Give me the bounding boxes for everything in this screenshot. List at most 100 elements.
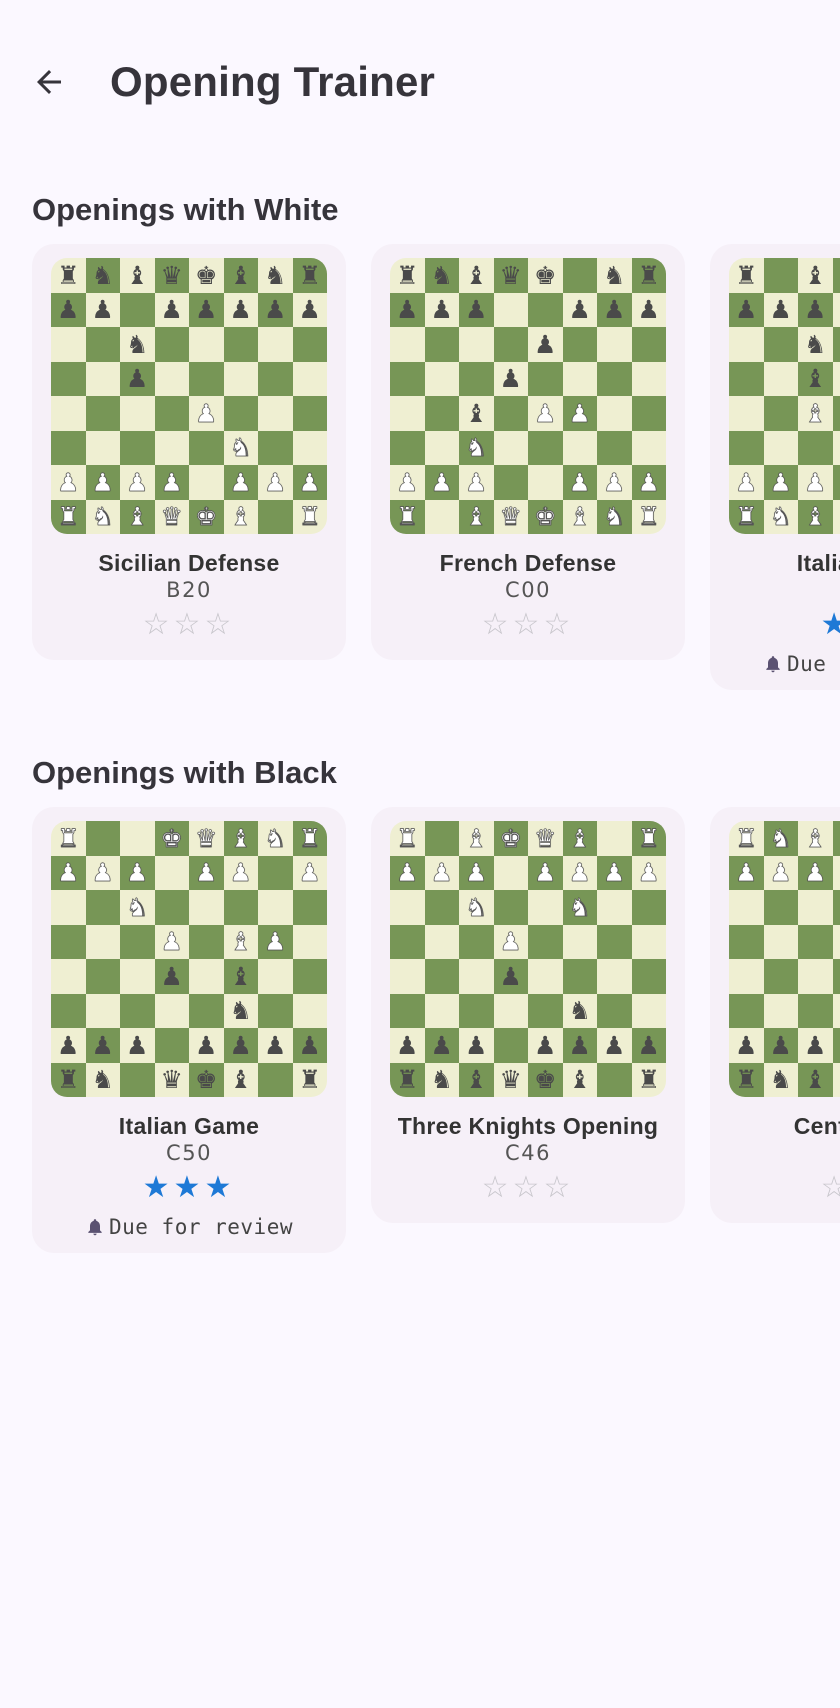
section-title-white: Openings with White — [32, 192, 339, 227]
black-pawn-icon: ♟ — [637, 295, 660, 325]
white-king-icon: ♚ — [499, 823, 522, 853]
board-square — [424, 396, 459, 431]
black-queen-icon: ♛ — [499, 260, 522, 290]
board-square — [120, 924, 155, 959]
board-square: ♟ — [223, 292, 258, 327]
white-king-icon: ♚ — [160, 823, 183, 853]
board-square: ♜ — [631, 499, 666, 534]
board-square: ♟ — [85, 855, 120, 890]
black-pawn-icon: ♟ — [396, 295, 419, 325]
opening-name: Three Knights Opening — [397, 1113, 659, 1139]
board-square: ♝ — [798, 1062, 833, 1097]
star-outline-icon: ☆ — [512, 607, 544, 642]
board-square: ♟ — [597, 292, 632, 327]
opening-card[interactable]: ♜ ♞ ♝ ♟ ♟ ♟ ♟ ♟ ♟ ♜ ♞ ♝ Center Game ☆☆☆ — [710, 807, 840, 1223]
board-square: ♚ — [189, 1062, 224, 1097]
star-filled-icon: ★ — [142, 1170, 174, 1205]
star-rating: ☆☆☆ — [371, 608, 685, 642]
board-square: ♟ — [528, 1028, 563, 1063]
board-square: ♜ — [390, 258, 425, 293]
black-bishop-icon: ♝ — [465, 398, 488, 428]
black-bishop-icon: ♝ — [229, 961, 252, 991]
board-square: ♛ — [832, 258, 840, 293]
board-square — [729, 361, 764, 396]
board-square — [390, 993, 425, 1028]
board-square — [493, 430, 528, 465]
board-square: ♜ — [292, 1062, 327, 1097]
board-square — [258, 361, 293, 396]
board-square — [597, 430, 632, 465]
black-knight-icon: ♞ — [91, 260, 114, 290]
board-square: ♟ — [390, 1028, 425, 1063]
board-square — [51, 430, 86, 465]
openings-row-white[interactable]: ♜ ♞ ♝ ♛ ♚ ♝ ♞ ♜ ♟ ♟ ♟ ♟ ♟ ♟ ♟ ♞ ♟ ♟ ♞ ♟ ♟ ♟ ♟ ♟ ♟ ♟ ♜ ♞ ♝ ♛ ♚ ♝ ♜ Sicilia… — [0, 244, 840, 704]
board-square: ♞ — [562, 993, 597, 1028]
board-square: ♚ — [493, 821, 528, 856]
white-bishop-icon: ♝ — [229, 823, 252, 853]
black-pawn-icon: ♟ — [499, 364, 522, 394]
board-square — [424, 959, 459, 994]
black-queen-icon: ♛ — [160, 260, 183, 290]
board-square: ♛ — [154, 258, 189, 293]
board-square: ♟ — [424, 292, 459, 327]
black-knight-icon: ♞ — [769, 1065, 792, 1095]
board-square — [562, 327, 597, 362]
board-square: ♟ — [258, 924, 293, 959]
board-square: ♟ — [120, 361, 155, 396]
eco-code: C46 — [505, 1141, 551, 1165]
board-square: ♟ — [459, 855, 494, 890]
board-square — [390, 361, 425, 396]
back-button[interactable] — [22, 55, 76, 109]
board-square — [189, 993, 224, 1028]
board-square — [832, 821, 840, 856]
white-pawn-icon: ♟ — [126, 467, 149, 497]
black-knight-icon: ♞ — [804, 329, 827, 359]
white-pawn-icon: ♟ — [430, 858, 453, 888]
app-bar: Opening Trainer — [0, 36, 840, 126]
board-square — [832, 1028, 840, 1063]
board-square: ♞ — [85, 499, 120, 534]
board-square — [390, 959, 425, 994]
board-square — [798, 993, 833, 1028]
board-square: ♟ — [798, 292, 833, 327]
board-square — [597, 821, 632, 856]
board-square — [51, 993, 86, 1028]
white-pawn-icon: ♟ — [91, 858, 114, 888]
white-bishop-icon: ♝ — [126, 502, 149, 532]
board-square: ♟ — [292, 855, 327, 890]
black-bishop-icon: ♝ — [126, 260, 149, 290]
opening-card[interactable]: ♜ ♞ ♝ ♛ ♚ ♝ ♞ ♜ ♟ ♟ ♟ ♟ ♟ ♟ ♟ ♞ ♟ ♟ ♞ ♟ ♟ ♟ ♟ ♟ ♟ ♟ ♜ ♞ ♝ ♛ ♚ ♝ ♜ Sicilia… — [32, 244, 346, 660]
opening-card[interactable]: ♜ ♚ ♛ ♝ ♞ ♜ ♟ ♟ ♟ ♟ ♟ ♟ ♞ ♟ ♝ ♟ ♟ ♝ ♞ ♟ ♟ ♟ ♟ ♟ ♟ ♟ ♜ ♞ ♛ ♚ ♝ ♜ Italian … — [32, 807, 346, 1253]
board-square — [51, 361, 86, 396]
white-rook-icon: ♜ — [396, 823, 419, 853]
white-pawn-icon: ♟ — [160, 927, 183, 957]
black-pawn-icon: ♟ — [804, 295, 827, 325]
board-square — [562, 959, 597, 994]
board-square: ♞ — [597, 499, 632, 534]
board-square: ♝ — [120, 258, 155, 293]
white-rook-icon: ♜ — [298, 823, 321, 853]
board-square: ♞ — [424, 1062, 459, 1097]
board-square: ♚ — [189, 258, 224, 293]
board-square: ♞ — [763, 821, 798, 856]
opening-card[interactable]: ♜♝♛♚♝♞♜♟♟♟♟♟♟♟♞♝♟♝♟♞♟♟♟♟♟♟♟♜♞♝♛♚♜Italian… — [710, 244, 840, 690]
black-pawn-icon: ♟ — [264, 1030, 287, 1060]
star-outline-icon: ☆ — [543, 1170, 575, 1205]
white-bishop-icon: ♝ — [804, 398, 827, 428]
board-square: ♝ — [798, 499, 833, 534]
opening-card[interactable]: ♜ ♝ ♚ ♛ ♝ ♜ ♟ ♟ ♟ ♟ ♟ ♟ ♟ ♞ ♞ ♟ ♟ ♞ ♟ ♟ ♟ ♟ ♟ ♟ ♟ ♜ ♞ ♝ ♛ ♚ ♝ ♜ Three Kn… — [371, 807, 685, 1223]
board-square — [223, 396, 258, 431]
board-square — [292, 959, 327, 994]
board-square: ♞ — [223, 993, 258, 1028]
section-title-black: Openings with Black — [32, 755, 337, 790]
black-rook-icon: ♜ — [396, 1065, 419, 1095]
board-square — [729, 430, 764, 465]
white-knight-icon: ♞ — [568, 892, 591, 922]
white-pawn-icon: ♟ — [195, 398, 218, 428]
bell-icon — [88, 1219, 102, 1236]
board-square: ♚ — [528, 1062, 563, 1097]
openings-row-black[interactable]: ♜ ♚ ♛ ♝ ♞ ♜ ♟ ♟ ♟ ♟ ♟ ♟ ♞ ♟ ♝ ♟ ♟ ♝ ♞ ♟ ♟ ♟ ♟ ♟ ♟ ♟ ♜ ♞ ♛ ♚ ♝ ♜ Italian … — [0, 807, 840, 1267]
opening-card[interactable]: ♜ ♞ ♝ ♛ ♚ ♞ ♜ ♟ ♟ ♟ ♟ ♟ ♟ ♟ ♟ ♝ ♟ ♟ ♞ ♟ ♟ ♟ ♟ ♟ ♟ ♜ ♝ ♛ ♚ ♝ ♞ ♜ French D… — [371, 244, 685, 660]
board-square — [763, 327, 798, 362]
board-square: ♟ — [85, 292, 120, 327]
